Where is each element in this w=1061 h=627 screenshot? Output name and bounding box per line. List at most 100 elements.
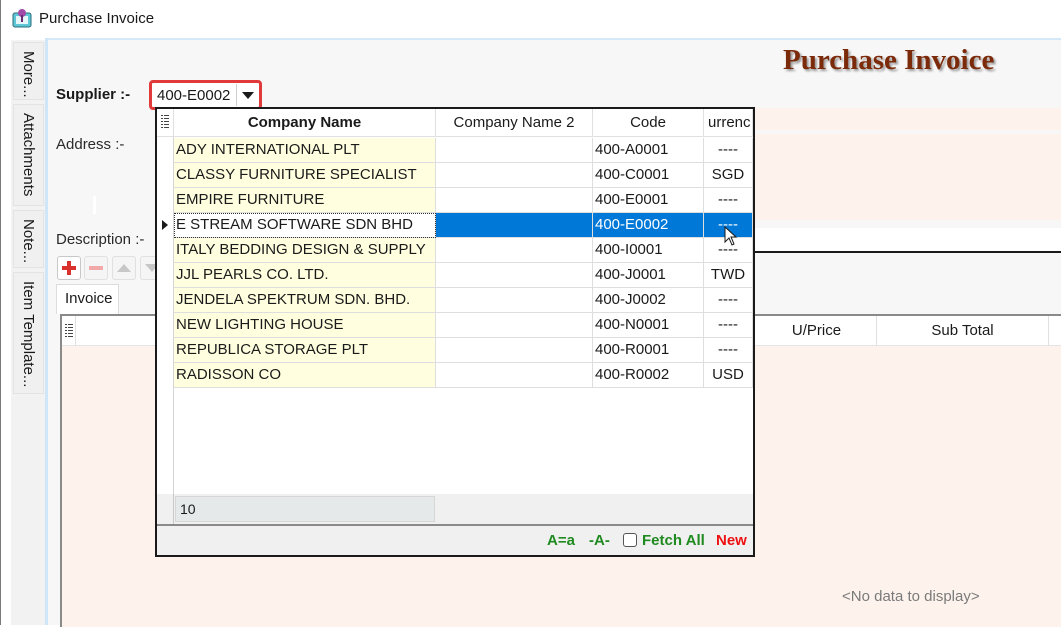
cell-code[interactable]: 400-N0001: [593, 313, 704, 338]
column-header-company-name[interactable]: Company Name: [174, 109, 436, 137]
address-field[interactable]: [754, 134, 1061, 220]
whole-word-toggle[interactable]: -A-: [589, 532, 610, 549]
column-header-currency[interactable]: urrenc: [704, 109, 753, 137]
table-row[interactable]: EMPIRE FURNITURE 400-E0001 ----: [174, 188, 753, 213]
footer-indicator: [157, 494, 174, 524]
cell-currency[interactable]: ----: [704, 338, 753, 363]
cell-company-name-2[interactable]: [436, 338, 593, 363]
new-supplier-link[interactable]: New: [716, 532, 747, 549]
remove-row-button[interactable]: [84, 256, 108, 280]
add-row-button[interactable]: [57, 256, 81, 280]
purchase-invoice-app-icon: [12, 9, 32, 28]
supplier-combobox[interactable]: 400-E0002: [149, 80, 262, 110]
cell-code[interactable]: 400-J0002: [593, 288, 704, 313]
cell-company-name-2[interactable]: [436, 238, 593, 263]
row-count: 10: [175, 496, 435, 522]
table-row[interactable]: RADISSON CO 400-R0002 USD: [174, 363, 753, 388]
column-header-subtotal[interactable]: Sub Total: [877, 316, 1049, 346]
cell-code[interactable]: 400-A0001: [593, 138, 704, 163]
cell-currency[interactable]: TWD: [704, 263, 753, 288]
supplier-label: Supplier :-: [56, 86, 131, 103]
empty-grid-message: <No data to display>: [842, 588, 980, 605]
cell-company-name[interactable]: ADY INTERNATIONAL PLT: [174, 138, 436, 163]
app-window: Purchase Invoice More... Attachments Not…: [0, 0, 1061, 627]
move-up-button[interactable]: [112, 256, 136, 280]
column-header-code[interactable]: Code: [593, 109, 704, 137]
table-row[interactable]: ADY INTERNATIONAL PLT 400-A0001 ----: [174, 138, 753, 163]
cell-code[interactable]: 400-R0001: [593, 338, 704, 363]
table-row[interactable]: JJL PEARLS CO. LTD. 400-J0001 TWD: [174, 263, 753, 288]
cell-currency[interactable]: ----: [704, 313, 753, 338]
description-label: Description :-: [56, 231, 145, 248]
dropdown-button[interactable]: [236, 84, 258, 106]
supplier-value[interactable]: 400-E0002: [157, 87, 230, 104]
cell-company-name[interactable]: NEW LIGHTING HOUSE: [174, 313, 436, 338]
table-row[interactable]: REPUBLICA STORAGE PLT 400-R0001 ----: [174, 338, 753, 363]
cell-company-name-2[interactable]: [436, 138, 593, 163]
title-bar: Purchase Invoice: [1, 0, 1061, 38]
cell-company-name[interactable]: REPUBLICA STORAGE PLT: [174, 338, 436, 363]
side-tab-bar: More... Attachments Note... Item Templat…: [11, 40, 45, 625]
side-tab-label: Item Template...: [20, 281, 37, 388]
side-tab-more[interactable]: More...: [13, 42, 44, 100]
side-tab-item-template[interactable]: Item Template...: [13, 272, 44, 394]
cell-company-name[interactable]: CLASSY FURNITURE SPECIALIST: [174, 163, 436, 188]
cell-company-name-2[interactable]: [436, 163, 593, 188]
plus-icon: [62, 261, 76, 275]
cell-company-name-2[interactable]: [436, 363, 593, 388]
lookup-footer: 10: [157, 494, 753, 526]
table-row[interactable]: JENDELA SPEKTRUM SDN. BHD. 400-J0002 ----: [174, 288, 753, 313]
cell-company-name-2[interactable]: [436, 288, 593, 313]
cell-company-name[interactable]: ITALY BEDDING DESIGN & SUPPLY: [174, 238, 436, 263]
cell-currency[interactable]: ----: [704, 138, 753, 163]
minus-icon: [89, 266, 103, 270]
cell-company-name-2[interactable]: [436, 213, 593, 238]
mouse-cursor-icon: [724, 226, 738, 246]
cell-company-name[interactable]: RADISSON CO: [174, 363, 436, 388]
column-chooser-icon[interactable]: [157, 109, 174, 137]
side-tab-label: Note...: [20, 219, 37, 264]
fetch-all-label[interactable]: Fetch All: [642, 532, 705, 549]
cell-company-name[interactable]: JJL PEARLS CO. LTD.: [174, 263, 436, 288]
cell-code[interactable]: 400-R0002: [593, 363, 704, 388]
cell-currency[interactable]: ----: [704, 288, 753, 313]
cell-company-name-2[interactable]: [436, 263, 593, 288]
cell-currency[interactable]: USD: [704, 363, 753, 388]
case-insensitive-toggle[interactable]: A=a: [547, 532, 575, 549]
tab-invoice[interactable]: Invoice: [56, 284, 119, 314]
lookup-options-bar: A=a -A- Fetch All New: [157, 526, 753, 555]
side-tab-note[interactable]: Note...: [13, 210, 44, 268]
divider: [754, 251, 1061, 253]
current-row-indicator-icon: [162, 220, 168, 230]
cell-code[interactable]: 400-I0001: [593, 238, 704, 263]
table-row[interactable]: NEW LIGHTING HOUSE 400-N0001 ----: [174, 313, 753, 338]
side-tab-label: More...: [20, 51, 37, 98]
window-title: Purchase Invoice: [39, 10, 155, 27]
column-header-uprice[interactable]: U/Price: [757, 316, 877, 346]
cell-company-name[interactable]: EMPIRE FURNITURE: [174, 188, 436, 213]
address-label: Address :-: [56, 136, 125, 153]
column-header-company-name-2[interactable]: Company Name 2: [436, 109, 593, 137]
supplier-name-field[interactable]: [754, 108, 1061, 130]
cell-code[interactable]: 400-E0001: [593, 188, 704, 213]
supplier-lookup-grid: Company Name Company Name 2 Code urrenc …: [157, 109, 753, 494]
cell-code[interactable]: 400-C0001: [593, 163, 704, 188]
cell-currency[interactable]: SGD: [704, 163, 753, 188]
cell-code[interactable]: 400-J0001: [593, 263, 704, 288]
cell-code[interactable]: 400-E0002: [593, 213, 704, 238]
table-row[interactable]: E STREAM SOFTWARE SDN BHD 400-E0002 ----: [174, 213, 753, 238]
cell-company-name[interactable]: E STREAM SOFTWARE SDN BHD: [174, 213, 436, 238]
cell-currency[interactable]: ----: [704, 188, 753, 213]
cell-company-name[interactable]: JENDELA SPEKTRUM SDN. BHD.: [174, 288, 436, 313]
side-tab-attachments[interactable]: Attachments: [13, 104, 44, 206]
cell-company-name-2[interactable]: [436, 313, 593, 338]
text-caret: [93, 196, 96, 214]
table-row[interactable]: ITALY BEDDING DESIGN & SUPPLY 400-I0001 --…: [174, 238, 753, 263]
fetch-all-checkbox[interactable]: [623, 533, 637, 547]
column-chooser-icon[interactable]: [62, 316, 76, 346]
side-tab-label: Attachments: [20, 113, 37, 197]
table-row[interactable]: CLASSY FURNITURE SPECIALIST 400-C0001 SGD: [174, 163, 753, 188]
description-field[interactable]: [754, 228, 1061, 252]
row-indicator-column: [157, 109, 174, 494]
cell-company-name-2[interactable]: [436, 188, 593, 213]
